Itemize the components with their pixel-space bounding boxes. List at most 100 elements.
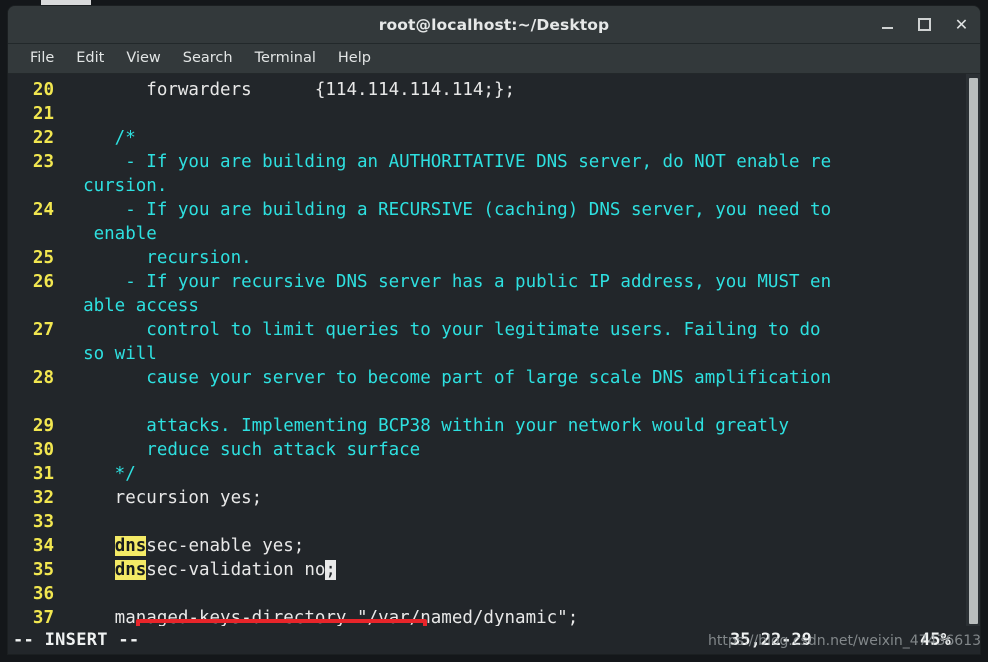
line-content: cursion. — [62, 174, 167, 198]
code-span: managed-keys-directory "/var/named/dynam… — [62, 608, 579, 628]
terminal-body[interactable]: 20 forwarders {114.114.114.114;}; 21 22 /*… — [8, 74, 980, 654]
line-content: - If you are building a RECURSIVE (cachi… — [62, 198, 831, 222]
line-content: enable — [62, 222, 157, 246]
line-content: attacks. Implementing BCP38 within your … — [62, 414, 789, 438]
code-span: reduce such attack surface — [62, 440, 421, 460]
editor-line: 29 attacks. Implementing BCP38 within yo… — [8, 414, 980, 438]
code-span: /* — [62, 128, 136, 148]
editor-line: 33 — [8, 510, 980, 534]
code-span: forwarders {114.114.114.114;}; — [62, 80, 516, 100]
code-span: sec-enable yes; — [146, 536, 305, 556]
code-span: control to limit queries to your legitim… — [62, 320, 821, 340]
code-span: - If you are building a RECURSIVE (cachi… — [62, 200, 832, 220]
code-span: cause your server to become part of larg… — [62, 368, 832, 388]
maximize-button[interactable] — [916, 16, 933, 33]
editor-line: 20 forwarders {114.114.114.114;}; — [8, 78, 980, 102]
minimize-button[interactable] — [879, 16, 896, 33]
line-content: - If your recursive DNS server has a pub… — [62, 270, 831, 294]
line-content: able access — [62, 294, 199, 318]
editor-line: 22 /* — [8, 126, 980, 150]
editor-line: 36 — [8, 582, 980, 606]
line-number — [8, 222, 62, 246]
editor-line: 25 recursion. — [8, 246, 980, 270]
code-span: cursion. — [62, 176, 168, 196]
window-controls: ✕ — [879, 6, 970, 43]
menu-item-file[interactable]: File — [19, 48, 65, 69]
editor-line: 30 reduce such attack surface — [8, 438, 980, 462]
editor-line: 28 cause your server to become part of l… — [8, 366, 980, 390]
line-number: 34 — [32, 536, 54, 556]
line-content: reduce such attack surface — [62, 438, 420, 462]
menu-item-help[interactable]: Help — [327, 48, 382, 69]
line-number: 22 — [32, 128, 54, 148]
code-span: - If you are building an AUTHORITATIVE D… — [62, 152, 832, 172]
editor-line: 32 recursion yes; — [8, 486, 980, 510]
line-number — [8, 174, 62, 198]
line-number: 30 — [32, 440, 54, 460]
search-match-highlight: dns — [114, 536, 147, 556]
line-number: 24 — [32, 200, 54, 220]
scroll-percent: 45% — [920, 630, 951, 650]
editor-line: 31 */ — [8, 462, 980, 486]
menu-item-edit[interactable]: Edit — [65, 48, 115, 69]
code-span: attacks. Implementing BCP38 within your … — [62, 416, 789, 436]
code-span — [62, 560, 115, 580]
terminal-window: root@localhost:~/Desktop ✕ File Edit Vie… — [8, 6, 980, 654]
code-span: enable — [62, 224, 157, 244]
editor-line: 23 - If you are building an AUTHORITATIV… — [8, 150, 980, 174]
line-number — [8, 342, 62, 366]
editor-line: enable — [8, 222, 980, 246]
line-number — [8, 294, 62, 318]
line-number: 21 — [32, 104, 54, 124]
editor-line: so will — [8, 342, 980, 366]
line-number: 27 — [32, 320, 54, 340]
vim-mode-indicator: -- INSERT -- — [13, 630, 140, 650]
minimize-icon — [882, 27, 893, 29]
menu-item-view[interactable]: View — [115, 48, 171, 69]
text-cursor: ; — [325, 560, 336, 580]
code-span — [62, 536, 115, 556]
line-number: 33 — [32, 512, 54, 532]
line-number: 26 — [32, 272, 54, 292]
line-number: 31 — [32, 464, 54, 484]
line-number: 35 — [32, 560, 54, 580]
editor-line: 34 dnssec-enable yes; — [8, 534, 980, 558]
desktop-backdrop: root@localhost:~/Desktop ✕ File Edit Vie… — [0, 0, 988, 662]
line-number: 25 — [32, 248, 54, 268]
editor-text-area[interactable]: 20 forwarders {114.114.114.114;}; 21 22 /*… — [8, 74, 980, 654]
vim-status-line: -- INSERT -- 35,22-29 45% https://blog.c… — [8, 626, 980, 654]
maximize-icon — [918, 18, 931, 31]
line-content: */ — [62, 462, 136, 486]
line-content: recursion. — [62, 246, 251, 270]
editor-line — [8, 390, 980, 414]
editor-line: 24 - If you are building a RECURSIVE (ca… — [8, 198, 980, 222]
menu-item-search[interactable]: Search — [172, 48, 244, 69]
editor-line: 26 - If your recursive DNS server has a … — [8, 270, 980, 294]
code-span: sec-validation no — [146, 560, 326, 580]
code-span: recursion yes; — [62, 488, 263, 508]
editor-line: 27 control to limit queries to your legi… — [8, 318, 980, 342]
menu-item-terminal[interactable]: Terminal — [244, 48, 327, 69]
line-content: dnssec-validation no; — [62, 558, 336, 582]
line-content: control to limit queries to your legitim… — [62, 318, 821, 342]
search-match-highlight: dns — [114, 560, 147, 580]
line-content: forwarders {114.114.114.114;}; — [62, 78, 515, 102]
window-title: root@localhost:~/Desktop — [378, 15, 610, 34]
line-content: dnssec-enable yes; — [62, 534, 304, 558]
scrollbar-thumb[interactable] — [969, 78, 978, 624]
line-content: /* — [62, 126, 136, 150]
line-content: cause your server to become part of larg… — [62, 366, 831, 390]
editor-line: 21 — [8, 102, 980, 126]
line-number: 28 — [32, 368, 54, 388]
code-span: - If your recursive DNS server has a pub… — [62, 272, 832, 292]
line-number: 36 — [32, 584, 54, 604]
terminal-scrollbar[interactable] — [966, 74, 980, 654]
line-number: 32 — [32, 488, 54, 508]
code-span: able access — [62, 296, 199, 316]
close-button[interactable]: ✕ — [953, 16, 970, 33]
code-span: */ — [62, 464, 136, 484]
menu-bar: File Edit View Search Terminal Help — [8, 44, 980, 74]
code-span: so will — [62, 344, 157, 364]
line-number: 29 — [32, 416, 54, 436]
line-number: 23 — [32, 152, 54, 172]
